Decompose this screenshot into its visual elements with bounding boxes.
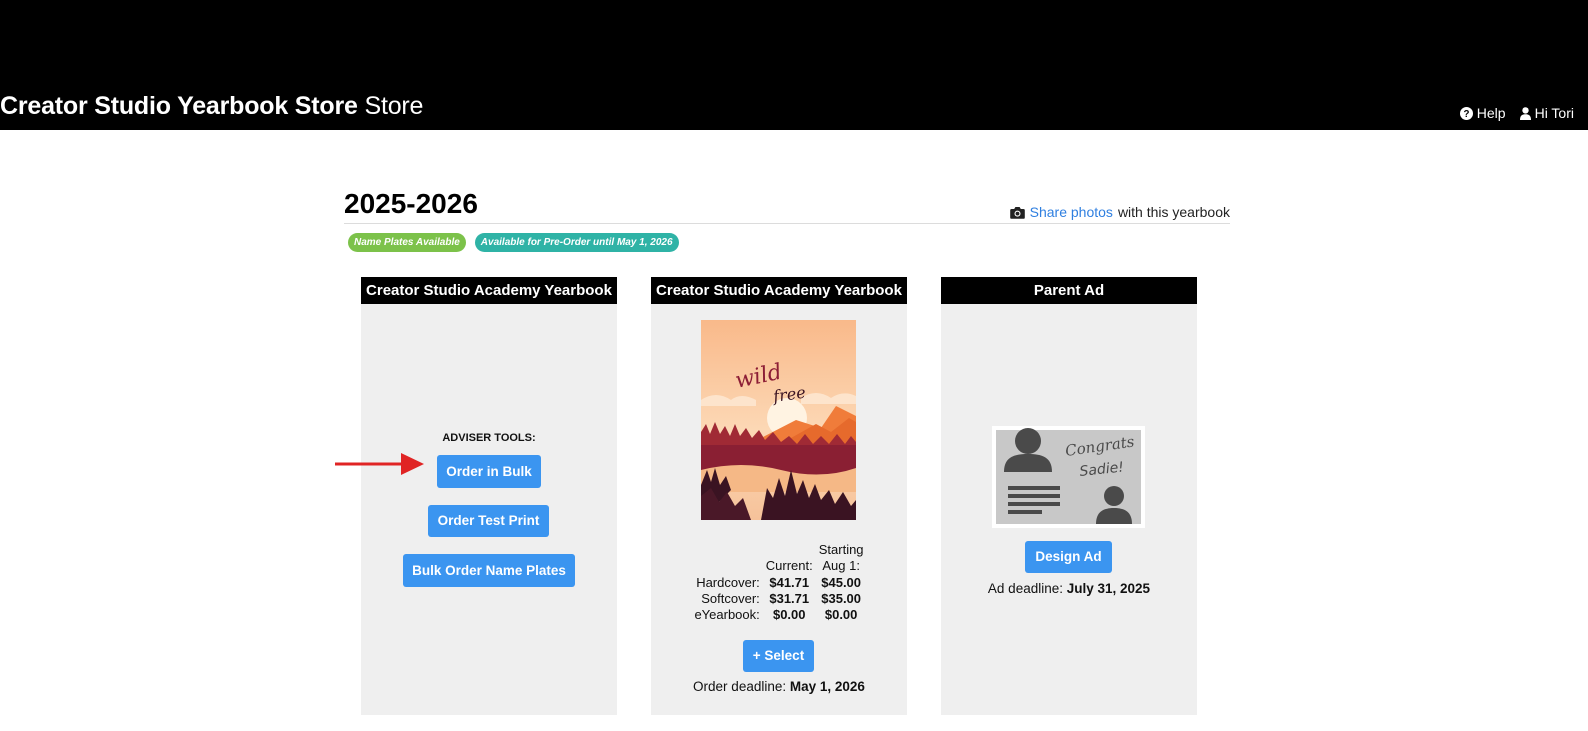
header-links: ? Help Hi Tori (1459, 105, 1574, 121)
order-deadline-label: Order deadline: (693, 679, 787, 694)
price-row-label: eYearbook: (694, 607, 760, 623)
order-deadline: Order deadline: May 1, 2026 (651, 679, 907, 694)
page-title: 2025-2026 (344, 188, 478, 219)
price-current: $31.71 (769, 590, 810, 606)
brand-name: Creator Studio Yearbook Store (0, 92, 358, 120)
camera-icon (1009, 206, 1025, 219)
price-row-label: Softcover: (701, 590, 760, 606)
user-icon (1519, 106, 1531, 120)
price-starting: $0.00 (824, 607, 858, 623)
arrow-right-icon (335, 453, 424, 475)
price-row: eYearbook: $0.00 $0.00 (691, 607, 866, 623)
col-starting-line1: Starting (818, 542, 864, 557)
help-link[interactable]: ? Help (1459, 105, 1506, 121)
share-photos-text: with this yearbook (1117, 204, 1230, 220)
question-circle-icon: ? (1459, 106, 1473, 120)
preorder-badge: Available for Pre-Order until May 1, 202… (474, 233, 679, 252)
select-yearbook-button[interactable]: + Select (743, 640, 814, 672)
order-deadline-value: May 1, 2026 (789, 679, 865, 694)
col-current: Current: (765, 558, 813, 574)
price-table: Starting Current: Aug 1: Hardcover: $41.… (651, 542, 907, 623)
name-plates-badge: Name Plates Available (348, 233, 466, 252)
price-starting: $35.00 (821, 590, 862, 606)
bulk-order-name-plates-button[interactable]: Bulk Order Name Plates (403, 554, 575, 587)
ad-deadline-value: July 31, 2025 (1066, 581, 1151, 596)
price-row: Hardcover: $41.71 $45.00 (691, 575, 866, 591)
yearbook-cover-image[interactable]: wild free (701, 320, 856, 520)
price-current: $0.00 (772, 607, 806, 623)
col-starting-line2: Aug 1: (822, 558, 860, 574)
card-title: Creator Studio Academy Yearbook (651, 277, 907, 304)
parent-ad-card: Parent Ad Congrats Sadie! Design Ad Ad d… (941, 277, 1197, 715)
share-photos-link[interactable]: Share photos (1030, 204, 1113, 220)
status-badges: Name Plates Available Available for Pre-… (348, 233, 679, 252)
title-divider (344, 223, 1230, 224)
user-menu[interactable]: Hi Tori (1519, 105, 1574, 121)
ad-deadline: Ad deadline: July 31, 2025 (941, 581, 1197, 596)
card-title: Parent Ad (941, 277, 1197, 304)
price-row: Softcover: $31.71 $35.00 (691, 591, 866, 607)
ad-deadline-label: Ad deadline: (987, 581, 1063, 596)
parent-ad-preview-image: Congrats Sadie! (992, 426, 1145, 528)
card-title: Creator Studio Academy Yearbook (361, 277, 617, 304)
price-starting: $45.00 (821, 574, 862, 590)
adviser-tools-label: ADVISER TOOLS: (442, 432, 536, 444)
adviser-tools-card: Creator Studio Academy Yearbook ADVISER … (361, 277, 617, 715)
help-label: Help (1476, 105, 1506, 121)
price-current: $41.71 (769, 574, 810, 590)
share-photos-line: Share photos with this yearbook (1009, 204, 1230, 220)
yearbook-card: Creator Studio Academy Yearbook wild fre… (651, 277, 907, 715)
svg-text:?: ? (1463, 108, 1469, 119)
price-row-label: Hardcover: (696, 574, 760, 590)
brand-suffix: Store (364, 92, 424, 120)
user-greeting: Hi Tori (1534, 105, 1574, 121)
design-ad-button[interactable]: Design Ad (1025, 541, 1112, 573)
order-in-bulk-button[interactable]: Order in Bulk (437, 455, 541, 488)
order-test-print-button[interactable]: Order Test Print (428, 505, 549, 537)
top-header: Creator Studio Yearbook Store Store ? He… (0, 0, 1588, 130)
store-brand[interactable]: Creator Studio Yearbook Store Store (0, 92, 423, 121)
